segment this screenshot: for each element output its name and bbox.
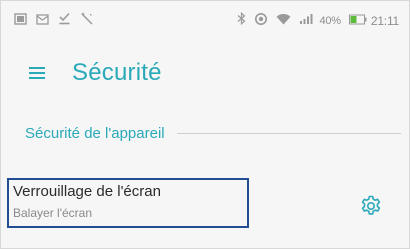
- settings-screen: 40% 21:11 Sécurité Sécurité de l'apparei…: [0, 0, 410, 249]
- magic-wand-icon: [80, 12, 94, 31]
- menu-icon[interactable]: [18, 53, 58, 93]
- battery-percentage: 40%: [319, 15, 341, 27]
- wifi-icon: [276, 12, 291, 30]
- section-header: Sécurité de l'appareil: [25, 121, 401, 145]
- status-bar-system: 40% 21:11: [229, 11, 399, 31]
- setting-subtitle: Balayer l'écran: [13, 206, 92, 220]
- section-divider: [176, 132, 401, 134]
- status-bar-notifications: [14, 12, 103, 31]
- page-title: Sécurité: [72, 59, 162, 86]
- status-bar: 40% 21:11: [1, 1, 409, 41]
- gallery-icon: [14, 12, 27, 30]
- target-icon: [254, 12, 268, 31]
- app-header: Sécurité: [1, 53, 409, 93]
- mail-icon: [36, 12, 49, 30]
- download-done-icon: [58, 12, 71, 30]
- signal-icon: [299, 12, 313, 30]
- gear-icon[interactable]: [358, 193, 384, 219]
- battery-icon: [348, 12, 367, 30]
- clock: 21:11: [370, 14, 399, 28]
- screen-lock-setting[interactable]: Verrouillage de l'écran Balayer l'écran: [1, 173, 410, 229]
- setting-title: Verrouillage de l'écran: [13, 183, 161, 200]
- bluetooth-icon: [237, 11, 246, 30]
- section-title: Sécurité de l'appareil: [25, 124, 165, 142]
